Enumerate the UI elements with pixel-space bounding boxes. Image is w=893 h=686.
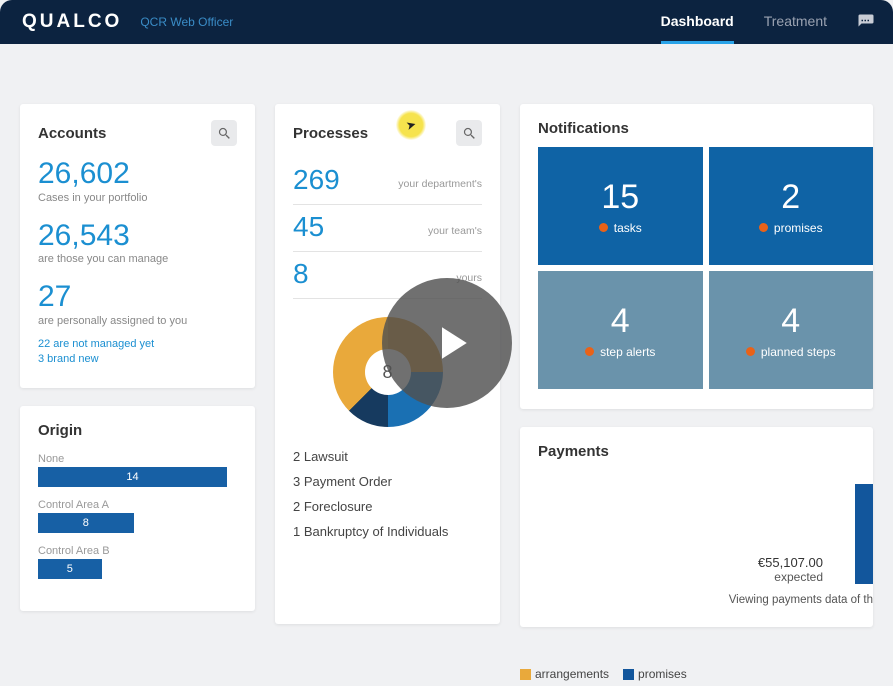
search-icon	[217, 126, 232, 141]
tile-promises[interactable]: 2 promises	[709, 147, 874, 265]
tile-label: planned steps	[761, 345, 836, 359]
processes-search-button[interactable]	[456, 120, 482, 146]
payments-card: Payments €55,107.00 expected Viewing pay…	[520, 427, 873, 627]
notifications-title: Notifications	[538, 120, 873, 137]
tile-step-alerts[interactable]: 4 step alerts	[538, 271, 703, 389]
tile-value: 15	[601, 178, 639, 217]
process-label: your team's	[428, 225, 482, 243]
origin-label: Control Area A	[38, 499, 237, 511]
accounts-total: 26,602	[38, 158, 237, 190]
accounts-link-brandnew[interactable]: 3 brand new	[38, 352, 237, 368]
video-play-button[interactable]	[382, 278, 512, 408]
process-row: 269 your department's	[293, 158, 482, 205]
origin-card: Origin None 14 Control Area A 8 Control …	[20, 406, 255, 611]
payments-amount: €55,107.00	[538, 555, 823, 570]
legend-swatch-promises	[623, 669, 634, 680]
list-item: 2 Foreclosure	[293, 499, 482, 514]
legend-promises: promises	[638, 667, 687, 681]
tile-label: step alerts	[600, 345, 655, 359]
list-item: 2 Lawsuit	[293, 449, 482, 464]
alert-dot-icon	[746, 347, 755, 356]
nav-treatment[interactable]: Treatment	[764, 1, 827, 44]
tile-label: tasks	[614, 221, 642, 235]
process-row: 45 your team's	[293, 205, 482, 252]
accounts-manage: 26,543	[38, 220, 237, 252]
origin-title: Origin	[38, 422, 237, 439]
origin-label: Control Area B	[38, 545, 237, 557]
tile-planned-steps[interactable]: 4 planned steps	[709, 271, 874, 389]
origin-bar[interactable]: 14	[38, 467, 227, 487]
alert-dot-icon	[759, 223, 768, 232]
play-icon	[424, 316, 478, 370]
process-value: 269	[293, 164, 340, 196]
nav-dashboard[interactable]: Dashboard	[661, 1, 734, 44]
alert-dot-icon	[585, 347, 594, 356]
payments-title: Payments	[538, 443, 873, 460]
payments-expected-label: expected	[538, 570, 823, 584]
tile-value: 4	[781, 302, 800, 341]
tile-label: promises	[774, 221, 823, 235]
payments-footer: Viewing payments data of th	[538, 594, 873, 606]
legend-arrangements: arrangements	[535, 667, 609, 681]
notifications-card: Notifications 15 tasks 2 promises 4 step	[520, 104, 873, 409]
alert-dot-icon	[599, 223, 608, 232]
process-breakdown-list: 2 Lawsuit 3 Payment Order 2 Foreclosure …	[293, 449, 482, 539]
payments-bar	[855, 484, 873, 584]
processes-title: Processes	[293, 125, 368, 142]
origin-row: None 14	[38, 453, 237, 487]
accounts-assigned: 27	[38, 281, 237, 313]
list-item: 3 Payment Order	[293, 474, 482, 489]
tile-tasks[interactable]: 15 tasks	[538, 147, 703, 265]
accounts-search-button[interactable]	[211, 120, 237, 146]
list-item: 1 Bankruptcy of Individuals	[293, 524, 482, 539]
search-icon	[462, 126, 477, 141]
origin-bar[interactable]: 5	[38, 559, 102, 579]
accounts-manage-sub: are those you can manage	[38, 253, 237, 265]
accounts-total-sub: Cases in your portfolio	[38, 192, 237, 204]
process-label: your department's	[398, 178, 482, 196]
tile-value: 4	[611, 302, 630, 341]
app-name: QCR Web Officer	[140, 15, 233, 29]
process-value: 45	[293, 211, 324, 243]
accounts-title: Accounts	[38, 125, 106, 142]
process-value: 8	[293, 258, 309, 290]
messages-icon[interactable]	[857, 13, 875, 31]
notifications-legend: arrangements promises	[520, 667, 873, 681]
origin-row: Control Area B 5	[38, 545, 237, 579]
legend-swatch-arrangements	[520, 669, 531, 680]
origin-label: None	[38, 453, 237, 465]
accounts-link-unmanaged[interactable]: 22 are not managed yet	[38, 337, 237, 353]
accounts-card: Accounts 26,602 Cases in your portfolio …	[20, 104, 255, 388]
accounts-assigned-sub: are personally assigned to you	[38, 315, 237, 327]
brand-logo: QUALCO	[22, 11, 122, 33]
origin-bar[interactable]: 8	[38, 513, 134, 533]
origin-row: Control Area A 8	[38, 499, 237, 533]
tile-value: 2	[781, 178, 800, 217]
topbar: QUALCO QCR Web Officer Dashboard Treatme…	[0, 0, 893, 44]
